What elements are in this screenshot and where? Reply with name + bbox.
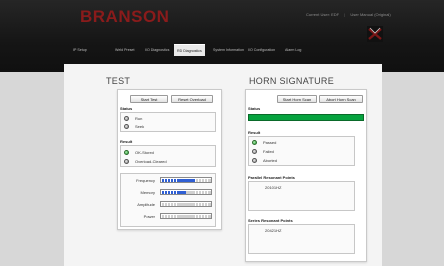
test-status-box: Run Seek (120, 112, 216, 132)
aborted-label: Aborted (263, 158, 278, 163)
meter-segment (207, 178, 211, 182)
passed-indicator-icon (252, 140, 257, 145)
power-meter (160, 213, 212, 219)
meter-segment (207, 190, 211, 194)
overload-cleared-indicator-icon (124, 159, 129, 164)
emerson-emblem-icon (367, 26, 383, 42)
passed-label: Passed (263, 140, 277, 145)
aborted-indicator-icon (252, 158, 257, 163)
test-result-box: OK-Stored Overload-Cleared (120, 145, 216, 167)
tab-weld-preset[interactable]: Weld Preset (112, 44, 138, 56)
ok-stored-indicator-icon (124, 150, 129, 155)
power-label: Power (143, 214, 155, 219)
branson-logo: BRANSON (80, 7, 170, 26)
series-resonant-label: Series Resonant Points (248, 218, 293, 223)
parallel-resonant-label: Parallel Resonant Points (248, 175, 295, 180)
run-indicator-icon (124, 116, 129, 121)
header-links: Current User: EDF | User Manual (Origina… (302, 12, 391, 17)
start-horn-scan-button[interactable]: Start Horn Scan (277, 95, 317, 103)
amplitude-meter (160, 201, 212, 207)
horn-signature-title: HORN SIGNATURE (249, 76, 335, 86)
failed-indicator-icon (252, 149, 257, 154)
tab-io-diagnostics[interactable]: I/O Diagnostics (142, 44, 172, 56)
horn-result-label: Result (248, 130, 261, 135)
parallel-resonant-box: 20101HZ (248, 181, 355, 211)
ok-stored-label: OK-Stored (135, 150, 154, 155)
test-result-label: Result (120, 139, 133, 144)
memory-meter (160, 189, 212, 195)
user-manual-link[interactable]: User Manual (Original) (350, 12, 390, 17)
horn-status-label: Status (248, 106, 261, 111)
test-title: TEST (106, 76, 131, 86)
series-resonant-value: 20421HZ (265, 228, 282, 233)
tab-io-configuration[interactable]: I/O Configuration (245, 44, 278, 56)
amplitude-label: Amplitude (137, 202, 155, 207)
series-resonant-box: 20421HZ (248, 224, 355, 254)
frequency-label: Frequency (136, 178, 155, 183)
meter-segment (207, 202, 211, 206)
start-test-button[interactable]: Start Test (130, 95, 168, 103)
header-separator: | (344, 12, 346, 17)
tab-system-information[interactable]: System Information (210, 44, 247, 56)
tab-rd-diagnostics[interactable]: RD Diagnostics (174, 44, 205, 56)
memory-label: Memory (140, 190, 155, 195)
reset-overload-button[interactable]: Reset Overload (171, 95, 213, 103)
abort-horn-scan-button[interactable]: Abort Horn Scan (319, 95, 363, 103)
tab-alarm-log[interactable]: Alarm Log (282, 44, 304, 56)
failed-label: Failed (263, 149, 274, 154)
test-status-label: Status (120, 106, 133, 111)
meters-box: Frequency Memory Amplitude Power (120, 173, 216, 227)
frequency-meter (160, 177, 212, 183)
run-label: Run (135, 116, 143, 121)
current-user-link[interactable]: Current User: EDF (306, 12, 339, 17)
tab-ip-setup[interactable]: IP Setup (70, 44, 90, 56)
parallel-resonant-value: 20101HZ (265, 185, 282, 190)
seek-indicator-icon (124, 124, 129, 129)
main-content: TEST Start Test Reset Overload Status Ru… (64, 64, 382, 266)
horn-status-progress (248, 114, 364, 121)
test-panel: Start Test Reset Overload Status Run See… (117, 89, 222, 230)
header-bar: BRANSON Current User: EDF | User Manual … (0, 0, 444, 72)
meter-segment (207, 214, 211, 218)
horn-result-box: Passed Failed Aborted (248, 136, 355, 166)
horn-panel: Start Horn Scan Abort Horn Scan Status R… (245, 89, 367, 262)
seek-label: Seek (135, 124, 145, 129)
overload-cleared-label: Overload-Cleared (135, 159, 167, 164)
